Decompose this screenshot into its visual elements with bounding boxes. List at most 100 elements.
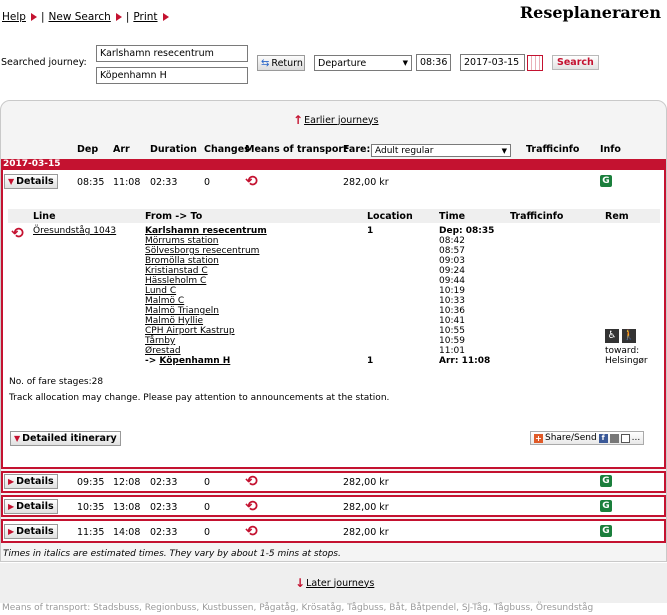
stop-link[interactable]: Sölvesborgs resecentrum <box>145 246 259 256</box>
chevron-right-icon: ▶ <box>8 502 15 511</box>
journey-price: 282,00 kr <box>343 477 389 488</box>
detail-header: Line From -> To Location Time Trafficinf… <box>8 209 660 223</box>
stop-link[interactable]: Kristianstad C <box>145 266 208 276</box>
app-title: Reseplaneraren <box>519 3 661 22</box>
earlier-journeys-link[interactable]: Earlier journeys <box>304 115 378 126</box>
details-label: Details <box>16 526 54 537</box>
col-dep: Dep <box>77 144 99 155</box>
stop-time: 09:44 <box>439 276 465 286</box>
journey-price: 282,00 kr <box>343 527 389 538</box>
dropdown-arrow-icon: ▼ <box>402 59 408 67</box>
stop-time: 10:55 <box>439 326 465 336</box>
info-badge[interactable]: G <box>600 525 612 537</box>
direction-select[interactable]: Departure ▼ <box>314 55 412 71</box>
info-badge[interactable]: G <box>600 500 612 512</box>
stop-link[interactable]: Tårnby <box>145 336 175 346</box>
detail-col-from-to: From -> To <box>145 211 203 222</box>
searched-journey-label: Searched journey: <box>1 57 87 68</box>
stop-link[interactable]: Hässleholm C <box>145 276 206 286</box>
journey-duration: 02:33 <box>150 502 178 513</box>
stop-link[interactable]: Malmö C <box>145 296 184 306</box>
estimated-times-note: Times in italics are estimated times. Th… <box>3 549 341 559</box>
journey-changes: 0 <box>204 177 211 188</box>
date-input[interactable]: 2017-03-15 <box>460 54 525 71</box>
train-icon: ⟲ <box>245 172 258 190</box>
new-search-arrow-icon <box>115 13 122 21</box>
printer-icon <box>609 433 619 443</box>
return-button[interactable]: ⇆ Return <box>257 55 305 71</box>
col-means: Means of transport <box>245 144 348 155</box>
line-link[interactable]: Öresundståg 1043 <box>33 226 116 236</box>
up-arrow-icon: ↑ <box>293 113 304 127</box>
details-button[interactable]: ▼ Details <box>4 174 58 189</box>
chevron-down-icon: ▼ <box>8 177 15 186</box>
journey-changes: 0 <box>204 527 211 538</box>
stop-link[interactable]: Ørestad <box>145 346 181 356</box>
detail-col-location: Location <box>367 211 413 222</box>
journey-dep: 10:35 <box>77 502 105 513</box>
journey-arr: 11:08 <box>113 177 141 188</box>
col-fare: Fare: <box>343 144 371 155</box>
chevron-down-icon: ▼ <box>14 434 21 443</box>
nav-separator: | <box>125 11 130 23</box>
track-note: Track allocation may change. Please pay … <box>9 393 390 403</box>
from-location: 1 <box>367 226 374 236</box>
return-arrow-icon: ⇆ <box>261 57 270 69</box>
share-label: Share/Send <box>545 433 597 443</box>
detailed-itinerary-button[interactable]: ▼ Detailed itinerary <box>10 431 121 446</box>
stop-time: 11:01 <box>439 346 465 356</box>
details-label: Details <box>16 176 54 187</box>
fare-type-select[interactable]: Adult regular ▼ <box>371 144 511 157</box>
train-icon: ⟲ <box>245 522 258 540</box>
details-button[interactable]: ▶ Details <box>4 474 58 489</box>
arr-time: Arr: 11:08 <box>439 356 491 366</box>
stop-link[interactable]: Malmö Hyllie <box>145 316 203 326</box>
stop-time: 09:24 <box>439 266 465 276</box>
search-button[interactable]: Search <box>552 55 599 70</box>
journey-dep: 08:35 <box>77 177 105 188</box>
details-button[interactable]: ▶ Details <box>4 499 58 514</box>
help-arrow-icon <box>30 13 37 21</box>
journey-changes: 0 <box>204 502 211 513</box>
stop-time: 08:57 <box>439 246 465 256</box>
share-send-button[interactable]: + Share/Send f ... <box>530 431 645 445</box>
print-arrow-icon <box>162 13 169 21</box>
from-stop-link[interactable]: Karlshamn resecentrum <box>145 226 267 236</box>
help-link[interactable]: Help <box>2 11 26 23</box>
stop-link[interactable]: Lund C <box>145 286 176 296</box>
journey-price: 282,00 kr <box>343 502 389 513</box>
new-search-link[interactable]: New Search <box>49 11 111 23</box>
detail-col-rem: Rem <box>605 211 629 222</box>
info-badge[interactable]: G <box>600 175 612 187</box>
calendar-icon[interactable] <box>527 55 543 71</box>
stop-link[interactable]: Mörrums station <box>145 236 219 246</box>
time-input[interactable]: 08:36 <box>416 54 451 71</box>
arrow-marker: -> <box>145 356 157 366</box>
col-changes: Changes <box>204 144 250 155</box>
journey-price: 282,00 kr <box>343 177 389 188</box>
journey-duration: 02:33 <box>150 477 178 488</box>
print-link[interactable]: Print <box>133 11 157 23</box>
to-stop-link[interactable]: Köpenhamn H <box>159 356 230 366</box>
plus-icon: + <box>534 433 543 443</box>
stop-time: 10:33 <box>439 296 465 306</box>
stop-time: 10:41 <box>439 316 465 326</box>
stop-link[interactable]: Malmö Triangeln <box>145 306 219 316</box>
stop-link[interactable]: CPH Airport Kastrup <box>145 326 235 336</box>
details-button[interactable]: ▶ Details <box>4 524 58 539</box>
journey-detail: Line From -> To Location Time Trafficinf… <box>8 209 660 466</box>
stop-link[interactable]: Bromölla station <box>145 256 219 266</box>
train-icon: ⟲ <box>245 472 258 490</box>
from-input[interactable]: Karlshamn resecentrum <box>96 45 248 62</box>
info-badge[interactable]: G <box>600 475 612 487</box>
earlier-journeys[interactable]: ↑ Earlier journeys <box>293 113 379 127</box>
later-journeys[interactable]: ↓ Later journeys <box>295 576 374 590</box>
chevron-right-icon: ▶ <box>8 527 15 536</box>
col-arr: Arr <box>113 144 130 155</box>
details-label: Details <box>16 501 54 512</box>
to-input[interactable]: Köpenhamn H <box>96 67 248 84</box>
detail-col-line: Line <box>33 211 56 222</box>
later-journeys-link[interactable]: Later journeys <box>306 578 374 589</box>
return-label: Return <box>271 57 303 69</box>
time-list: Dep: 08:35 08:42 08:57 09:03 09:24 09:44… <box>439 226 494 366</box>
